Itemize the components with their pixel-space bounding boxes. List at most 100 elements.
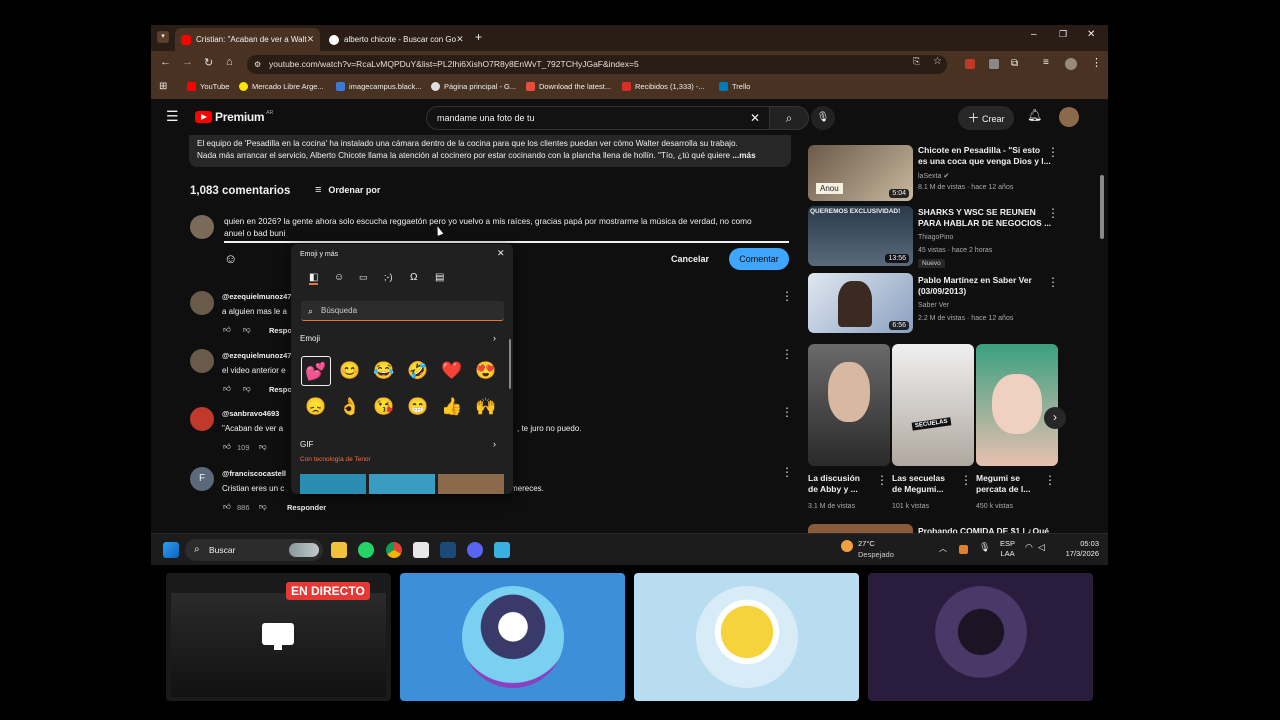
comment-menu-icon[interactable]: ⋮ bbox=[781, 347, 793, 361]
emoji-item[interactable]: 😁 bbox=[403, 392, 433, 422]
show-more-link[interactable]: ...más bbox=[732, 151, 755, 160]
emoji-item[interactable]: 🤣 bbox=[403, 356, 433, 386]
dislike-icon[interactable]: 👎︎ bbox=[243, 384, 251, 394]
install-icon[interactable]: ⎘ bbox=[913, 56, 920, 67]
bookmark-item[interactable]: Download the latest... bbox=[526, 82, 611, 91]
tab-clipboard-icon[interactable]: ▤ bbox=[435, 272, 444, 283]
discord-icon[interactable] bbox=[467, 542, 483, 558]
close-tab-icon[interactable]: ✕ bbox=[456, 34, 464, 45]
restore-icon[interactable]: ❐ bbox=[1059, 29, 1067, 40]
hamburger-menu-icon[interactable]: ☰ bbox=[166, 108, 179, 125]
volume-icon[interactable]: ◁ bbox=[1038, 542, 1045, 553]
emoji-picker-icon[interactable]: ☺ bbox=[224, 251, 237, 266]
short-thumbnail[interactable] bbox=[808, 344, 890, 466]
short-menu-icon[interactable]: ⋮ bbox=[960, 473, 972, 487]
tab-gif-icon[interactable]: ▭ bbox=[359, 272, 368, 283]
gif-thumbnail[interactable] bbox=[369, 474, 435, 494]
chevron-right-icon[interactable]: › bbox=[493, 439, 496, 449]
video-description[interactable]: El equipo de 'Pesadilla en la cocina' ha… bbox=[189, 135, 791, 167]
taskbar-search[interactable]: ⌕ Buscar bbox=[185, 539, 323, 561]
page-scrollbar[interactable] bbox=[1100, 175, 1104, 239]
comment-author[interactable]: @franciscocastell bbox=[222, 469, 286, 478]
sort-button[interactable]: ≡ Ordenar por bbox=[315, 184, 380, 196]
cancel-button[interactable]: Cancelar bbox=[671, 254, 709, 264]
participant-tile[interactable] bbox=[634, 573, 859, 701]
like-icon[interactable]: 👍︎ bbox=[223, 384, 231, 394]
reply-button[interactable]: Responder bbox=[287, 503, 326, 512]
emoji-item[interactable]: ❤️ bbox=[437, 356, 467, 386]
emoji-item[interactable]: 👍 bbox=[437, 392, 467, 422]
extension-icon[interactable] bbox=[965, 59, 975, 69]
video-title[interactable]: Chicote en Pesadilla - "Si esto es una co… bbox=[918, 145, 1052, 167]
tab-emoji-icon[interactable]: ☺ bbox=[334, 272, 344, 283]
chrome-icon[interactable] bbox=[386, 542, 402, 558]
like-icon[interactable]: 👍︎ bbox=[223, 442, 231, 452]
comment-author[interactable]: @ezequielmunoz47 bbox=[222, 351, 291, 360]
tab-kaomoji-icon[interactable]: ;-) bbox=[384, 272, 393, 282]
weather-temp[interactable]: 27°C bbox=[858, 539, 875, 548]
steam-icon[interactable] bbox=[440, 542, 456, 558]
minimize-icon[interactable]: – bbox=[1031, 29, 1037, 40]
video-thumbnail[interactable]: QUEREMOS EXCLUSIVIDAD! 13:56 bbox=[808, 206, 913, 266]
app-icon[interactable] bbox=[413, 542, 429, 558]
dislike-icon[interactable]: 👎︎ bbox=[243, 325, 251, 335]
video-title[interactable]: Pablo Martínez en Saber Ver (03/09/2013) bbox=[918, 275, 1052, 297]
video-thumbnail[interactable]: Anou 5:04 bbox=[808, 145, 913, 201]
dislike-icon[interactable]: 👎︎ bbox=[259, 442, 267, 452]
dislike-icon[interactable]: 👎︎ bbox=[259, 502, 267, 512]
short-thumbnail[interactable]: SECUELAS bbox=[892, 344, 974, 466]
create-button[interactable]: ＋ Crear bbox=[958, 106, 1014, 130]
bookmark-item[interactable]: YouTube bbox=[187, 82, 229, 91]
screen-share-tile[interactable]: EN DIRECTO bbox=[166, 573, 391, 701]
close-tab-icon[interactable]: ✕ bbox=[307, 34, 315, 45]
emoji-item[interactable]: 👌 bbox=[335, 392, 365, 422]
scrollbar[interactable] bbox=[509, 339, 511, 389]
comment-author[interactable]: @sanbravo4693 bbox=[222, 409, 279, 418]
search-input[interactable]: mandame una foto de tu ✕ bbox=[426, 106, 771, 130]
video-menu-icon[interactable]: ⋮ bbox=[1047, 206, 1059, 220]
short-menu-icon[interactable]: ⋮ bbox=[1044, 473, 1056, 487]
url-field[interactable]: ⚙ youtube.com/watch?v=RcaLvMQPDuY&list=P… bbox=[247, 55, 947, 74]
search-button[interactable]: ⌕ bbox=[769, 106, 809, 130]
microphone-icon[interactable]: 🎙 bbox=[979, 542, 990, 553]
short-title[interactable]: Megumi se percata de l... bbox=[976, 473, 1030, 495]
bookmark-item[interactable]: Página principal - G... bbox=[431, 82, 516, 91]
file-explorer-icon[interactable] bbox=[331, 542, 347, 558]
reload-icon[interactable]: ↻ bbox=[204, 56, 213, 69]
windows-start-icon[interactable] bbox=[163, 542, 179, 558]
clear-search-icon[interactable]: ✕ bbox=[750, 107, 760, 129]
apps-grid-icon[interactable]: ⊞ bbox=[159, 81, 167, 92]
clock[interactable]: 05:03 17/3/2026 bbox=[1059, 539, 1099, 559]
media-icon[interactable]: ≡ bbox=[1043, 57, 1049, 68]
tab-google[interactable]: alberto chicote - Buscar con Go ✕ bbox=[323, 28, 465, 51]
emoji-item[interactable]: 😘 bbox=[369, 392, 399, 422]
emoji-item[interactable]: 💕 bbox=[301, 356, 331, 386]
tab-search-icon[interactable]: ▾ bbox=[157, 31, 169, 43]
emoji-search-input[interactable]: ⌕ Búsqueda bbox=[301, 301, 504, 321]
short-title[interactable]: Las secuelas de Megumi... bbox=[892, 473, 945, 495]
new-tab-button[interactable]: + bbox=[475, 30, 482, 44]
comment-submit-button[interactable]: Comentar bbox=[729, 248, 789, 270]
bookmark-item[interactable]: Trello bbox=[719, 82, 750, 91]
menu-kebab-icon[interactable]: ⋮ bbox=[1091, 56, 1102, 69]
tab-recent-icon[interactable]: ◧ bbox=[309, 272, 319, 285]
extension-icon[interactable] bbox=[989, 59, 999, 69]
comment-menu-icon[interactable]: ⋮ bbox=[781, 405, 793, 419]
comment-input[interactable]: quien en 2026? la gente ahora solo escuc… bbox=[224, 215, 789, 243]
voice-search-button[interactable]: 🎙 bbox=[811, 106, 835, 130]
emoji-item[interactable]: 😊 bbox=[335, 356, 365, 386]
emoji-item[interactable]: 😍 bbox=[471, 356, 501, 386]
back-icon[interactable]: ← bbox=[160, 56, 171, 68]
wifi-icon[interactable]: ◠ bbox=[1025, 542, 1033, 553]
shorts-next-button[interactable]: › bbox=[1044, 407, 1066, 429]
bookmark-item[interactable]: Recibidos (1,333) -... bbox=[622, 82, 705, 91]
comment-author[interactable]: @ezequielmunoz47 bbox=[222, 292, 291, 301]
chevron-up-icon[interactable]: ︿ bbox=[939, 543, 947, 554]
bookmark-star-icon[interactable]: ☆ bbox=[933, 56, 942, 67]
close-window-icon[interactable]: ✕ bbox=[1087, 29, 1095, 40]
forward-icon[interactable]: → bbox=[182, 56, 193, 68]
video-thumbnail[interactable]: 6:56 bbox=[808, 273, 913, 333]
gif-thumbnail[interactable] bbox=[438, 474, 504, 494]
home-icon[interactable]: ⌂ bbox=[226, 56, 233, 68]
tab-youtube[interactable]: Cristian: "Acaban de ver a Walt ✕ bbox=[175, 28, 320, 51]
